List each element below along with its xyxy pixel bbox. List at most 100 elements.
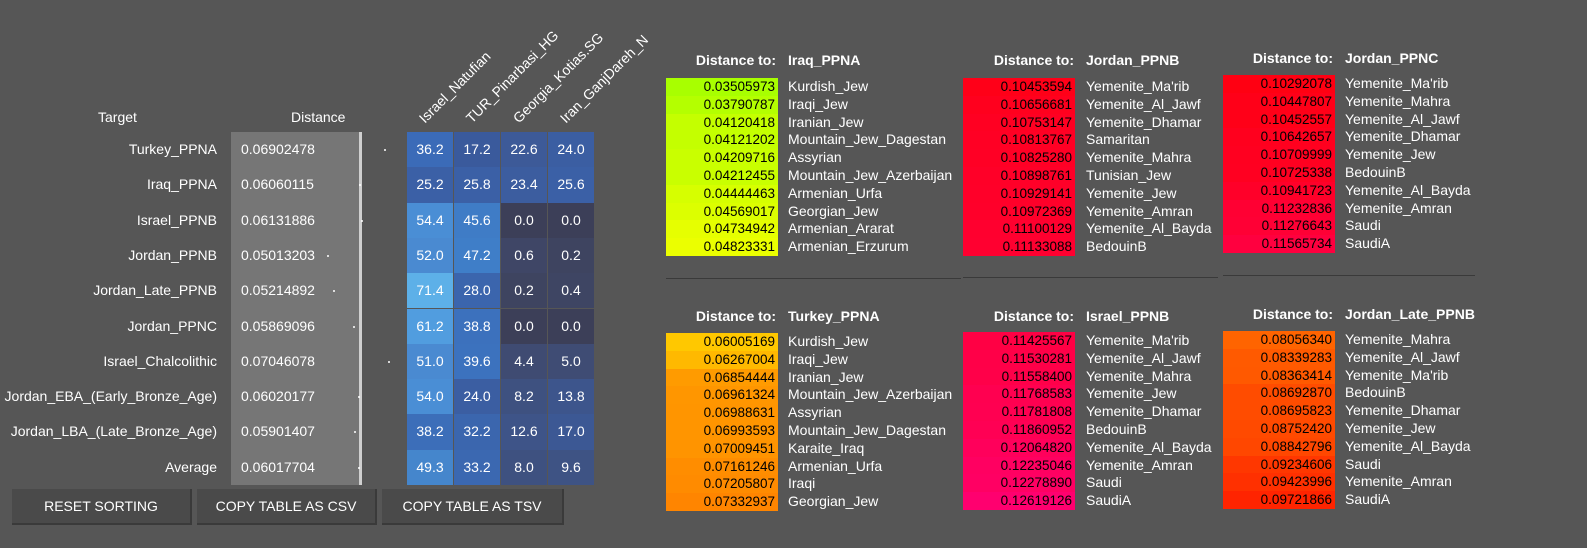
panel-distance-swatch: 0.10447807 [1223, 92, 1335, 111]
row-distance-value: 0.06902478 [241, 141, 315, 157]
panel-distance-label: Distance to: [1252, 50, 1333, 66]
distance-marker [388, 360, 391, 363]
panel-distance-swatch: 0.08842796 [1223, 437, 1335, 456]
header-target[interactable]: Target [98, 109, 137, 125]
panel-target-name: Jordan_PPNB [1086, 52, 1180, 68]
panel-distance-swatch: 0.10656681 [963, 95, 1075, 114]
row-value-cell: 52.0 [407, 237, 453, 274]
panel-distance-swatch: 0.08339283 [1223, 348, 1335, 367]
panel-population-name: SaudiA [1345, 491, 1391, 508]
row-value-cell: 45.6 [454, 202, 500, 238]
panel-population-name: Yemenite_Dhamar [1086, 113, 1202, 130]
row-target-label: Israel_PPNB [136, 211, 217, 228]
row-value-cell: 36.2 [407, 132, 453, 168]
row-target-label: Israel_Chalcolithic [103, 352, 217, 369]
panel-distance-swatch: 0.04823331 [666, 238, 778, 256]
column-header[interactable]: Iran_GanjDareh_N [557, 32, 651, 126]
row-value-cell: 0.0 [501, 308, 547, 344]
row-distance-value: 0.05869096 [241, 317, 315, 334]
panel-population-name: Iranian_Jew [788, 113, 864, 130]
panel-population-name: SaudiA [1345, 235, 1391, 252]
reset-sorting-button[interactable]: RESET SORTING [12, 489, 192, 525]
panel-population-name: Yemenite_Amran [1086, 456, 1193, 473]
row-distance-value: 0.06020177 [241, 388, 315, 405]
panel-distance-swatch: 0.11232836 [1223, 199, 1335, 218]
row-value-cell: 71.4 [407, 273, 453, 309]
row-distance-value: 0.05214892 [241, 282, 315, 299]
row-value-cell: 0.0 [501, 202, 547, 238]
row-distance-value: 0.07046078 [241, 352, 315, 369]
panel-population-name: Armenian_Erzurum [788, 238, 909, 255]
row-distance-value: 0.06060115 [241, 176, 314, 193]
panel-population-name: Yemenite_Al_Bayda [1345, 181, 1471, 198]
panel-distance-swatch: 0.11565734 [1223, 235, 1335, 253]
panel-distance-swatch: 0.10941723 [1223, 181, 1335, 200]
row-value-cell: 0.2 [501, 273, 547, 309]
panel-population-name: Yemenite_Jew [1086, 385, 1177, 402]
panel-distance-swatch: 0.07009451 [666, 439, 778, 458]
row-value-cell: 0.2 [548, 237, 594, 274]
panel-distance-swatch: 0.10813767 [963, 131, 1075, 150]
copy-csv-button[interactable]: COPY TABLE AS CSV [197, 489, 377, 525]
panel-distance-swatch: 0.06854444 [666, 368, 778, 387]
panel-population-name: Yemenite_Amran [1345, 473, 1452, 490]
row-value-cell: 22.6 [501, 132, 547, 168]
panel-population-name: BedouinB [1345, 164, 1406, 180]
panel-distance-label: Distance to: [1252, 306, 1333, 322]
row-value-cell: 23.4 [501, 167, 547, 203]
panel-target-name: Israel_PPNB [1086, 308, 1170, 324]
row-value-cell: 12.6 [501, 414, 547, 450]
panel-distance-swatch: 0.07332937 [666, 493, 778, 511]
panel-distance-swatch: 0.04209716 [666, 149, 778, 167]
panel-population-name: Yemenite_Al_Jawf [1345, 348, 1460, 365]
row-value-cell: 47.2 [454, 237, 500, 274]
row-value-cell: 54.0 [407, 379, 453, 415]
panel-population-name: Yemenite_Mahra [1086, 149, 1192, 166]
panel-population-name: Mountain_Jew_Azerbaijan [788, 167, 953, 183]
row-distance-value: 0.05901407 [241, 423, 315, 440]
row-target-label: Iraq_PPNA [146, 176, 217, 193]
panel-distance-label: Distance to: [695, 52, 776, 68]
distance-marker [360, 219, 363, 222]
panel-distance-label: Distance to: [993, 308, 1074, 324]
row-value-cell: 54.4 [407, 202, 453, 238]
panel-population-name: Yemenite_Dhamar [1345, 402, 1461, 419]
panel-population-name: Iraqi_Jew [788, 350, 848, 367]
row-value-cell: 25.8 [454, 167, 500, 203]
panel-distance-swatch: 0.08692870 [1223, 384, 1335, 403]
row-value-cell: 8.0 [501, 449, 547, 485]
panel-distance-swatch: 0.11860952 [963, 421, 1075, 439]
header-distance[interactable]: Distance [291, 109, 345, 125]
row-value-cell: 51.0 [407, 343, 453, 380]
panel-distance-swatch: 0.10929141 [963, 184, 1075, 203]
panel-population-name: Armenian_Ararat [788, 220, 894, 237]
panel-distance-swatch: 0.06005169 [666, 333, 778, 351]
panel-target-name: Jordan_Late_PPNB [1345, 306, 1475, 322]
panel-separator [963, 277, 1218, 278]
distance-marker [384, 149, 387, 151]
row-value-cell: 8.2 [501, 379, 547, 415]
panel-population-name: Samaritan [1086, 131, 1150, 148]
row-value-cell: 9.6 [548, 449, 594, 485]
panel-population-name: Georgian_Jew [788, 202, 879, 219]
panel-distance-swatch: 0.04569017 [666, 202, 778, 221]
row-value-cell: 61.2 [407, 308, 453, 344]
panel-distance-swatch: 0.12235046 [963, 456, 1075, 475]
panel-population-name: Armenian_Urfa [788, 184, 883, 201]
panel-target-name: Iraq_PPNA [788, 52, 861, 68]
panel-population-name: Saudi [1345, 455, 1381, 472]
panel-population-name: Yemenite_Ma'rib [1345, 366, 1449, 383]
panel-distance-swatch: 0.04734942 [666, 220, 778, 239]
panel-distance-label: Distance to: [993, 52, 1074, 68]
panel-population-name: Saudi [1345, 217, 1381, 234]
panel-population-name: Kurdish_Jew [788, 333, 869, 349]
panel-distance-swatch: 0.12064820 [963, 438, 1075, 457]
panel-distance-swatch: 0.10725338 [1223, 164, 1335, 182]
copy-tsv-button[interactable]: COPY TABLE AS TSV [382, 489, 564, 525]
panel-population-name: Saudi [1086, 474, 1122, 491]
row-target-label: Turkey_PPNA [128, 141, 217, 157]
panel-distance-swatch: 0.10292078 [1223, 75, 1335, 93]
panel-population-name: Iranian_Jew [788, 368, 864, 385]
panel-population-name: Yemenite_Al_Jawf [1086, 95, 1201, 112]
panel-distance-swatch: 0.10452557 [1223, 110, 1335, 129]
